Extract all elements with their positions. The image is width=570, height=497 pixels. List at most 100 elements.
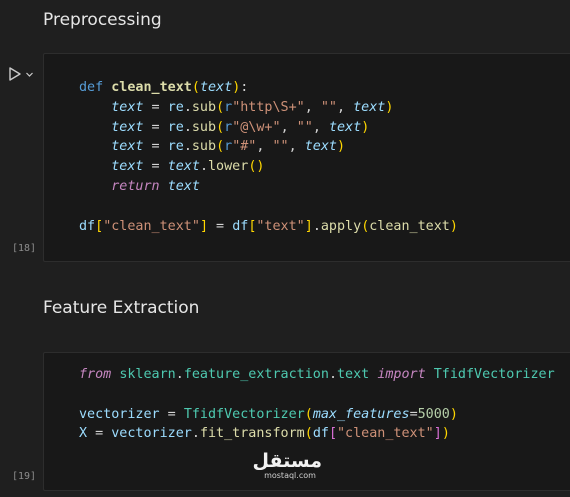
code-token: r <box>224 139 233 155</box>
code-token: text <box>111 139 144 155</box>
code-token: , <box>280 119 297 135</box>
code-token: () <box>248 159 265 175</box>
code-token: vectorizer <box>111 426 192 442</box>
code-token: : <box>240 80 249 95</box>
markdown-heading-preprocessing: Preprocessing <box>43 10 162 30</box>
code-token: sub <box>191 139 217 155</box>
code-token: . <box>312 218 321 234</box>
mostaql-watermark: مستقل mostaql.com <box>252 450 323 481</box>
code-token: "" <box>296 119 313 135</box>
code-token: max_features <box>312 406 410 422</box>
code-token: ( <box>216 139 225 155</box>
execution-count: [18] <box>12 243 37 254</box>
chevron-down-icon[interactable] <box>25 70 34 79</box>
code-token: ( <box>191 80 200 95</box>
code-token: , <box>337 99 354 115</box>
code-token: fit_transform <box>199 426 305 442</box>
run-cell-button[interactable] <box>8 65 42 83</box>
code-cell-18[interactable]: def clean_text(text): text = re.sub(r"ht… <box>43 53 570 262</box>
code-token: = <box>87 426 112 442</box>
code-token: from <box>79 367 112 382</box>
code-line: text = re.sub(r"#", "", text) <box>79 137 458 157</box>
code-token: . <box>183 119 192 135</box>
code-token: , <box>304 99 321 115</box>
code-line: text = re.sub(r"http\S+", "", text) <box>79 98 458 118</box>
code-token: text <box>111 159 144 175</box>
code-editor[interactable]: def clean_text(text): text = re.sub(r"ht… <box>79 78 458 236</box>
code-token: text <box>167 178 200 194</box>
code-token: df <box>79 218 96 234</box>
code-line: df["clean_text"] = df["text"].apply(clea… <box>79 217 458 237</box>
code-token: import <box>377 367 426 382</box>
code-token: return <box>111 178 160 194</box>
code-token: "text" <box>256 218 305 234</box>
code-token: ] <box>433 426 442 442</box>
code-token: text <box>353 99 386 115</box>
code-token: text <box>111 99 144 115</box>
code-token: "" <box>320 99 337 115</box>
code-token: "clean_text" <box>103 218 200 234</box>
code-token: X <box>79 426 88 442</box>
code-token: text <box>167 159 200 175</box>
watermark-logo: مستقل <box>252 450 323 472</box>
code-line: def clean_text(text): <box>79 78 458 98</box>
code-token: "clean_text" <box>337 426 434 442</box>
code-line: return text <box>79 177 458 197</box>
code-token: ( <box>216 119 225 135</box>
code-token: . <box>328 367 337 382</box>
code-token: ( <box>216 99 225 115</box>
code-token: re <box>167 99 184 115</box>
code-token: df <box>312 426 329 442</box>
code-token: r <box>224 119 233 135</box>
code-token: TfidfVectorizer <box>183 406 305 422</box>
code-token: text <box>337 367 370 382</box>
code-token: sub <box>191 99 217 115</box>
code-token: . <box>183 99 192 115</box>
code-token: ( <box>304 426 313 442</box>
code-token: [ <box>95 218 104 234</box>
code-token: def <box>79 80 104 95</box>
code-token: . <box>183 139 192 155</box>
code-token: sklearn <box>119 367 176 382</box>
code-line: X = vectorizer.fit_transform(df["clean_t… <box>79 424 555 444</box>
code-token: vectorizer <box>79 406 160 422</box>
code-token: = <box>143 139 168 155</box>
code-token: , <box>288 139 305 155</box>
watermark-url: mostaql.com <box>264 471 316 480</box>
code-token: clean_text <box>111 80 192 95</box>
code-token: feature_extraction <box>183 367 329 382</box>
code-token: sub <box>191 119 217 135</box>
code-token: ] <box>304 218 313 234</box>
code-token: "@\w+" <box>232 119 281 135</box>
code-line: from sklearn.feature_extraction.text imp… <box>79 365 555 385</box>
code-token: ) <box>449 218 458 234</box>
code-token: r <box>224 99 233 115</box>
code-line: vectorizer = TfidfVectorizer(max_feature… <box>79 405 555 425</box>
code-token: 5000 <box>417 406 450 422</box>
code-token: ) <box>361 119 370 135</box>
code-token: ] <box>199 218 208 234</box>
code-token: text <box>199 80 233 95</box>
code-token: df <box>232 218 249 234</box>
code-token: = <box>143 99 168 115</box>
markdown-heading-feature-extraction: Feature Extraction <box>43 298 200 318</box>
code-line: text = text.lower() <box>79 157 458 177</box>
code-token: text <box>328 119 362 135</box>
code-token: [ <box>328 426 337 442</box>
code-token: . <box>175 367 184 382</box>
code-token: clean_text <box>369 218 450 234</box>
code-token: = <box>143 119 168 135</box>
code-editor[interactable]: from sklearn.feature_extraction.text imp… <box>79 365 555 444</box>
code-token: . <box>191 426 200 442</box>
code-token: , <box>312 119 329 135</box>
code-token: text <box>111 119 144 135</box>
play-icon[interactable] <box>8 66 22 82</box>
code-token: re <box>167 119 184 135</box>
